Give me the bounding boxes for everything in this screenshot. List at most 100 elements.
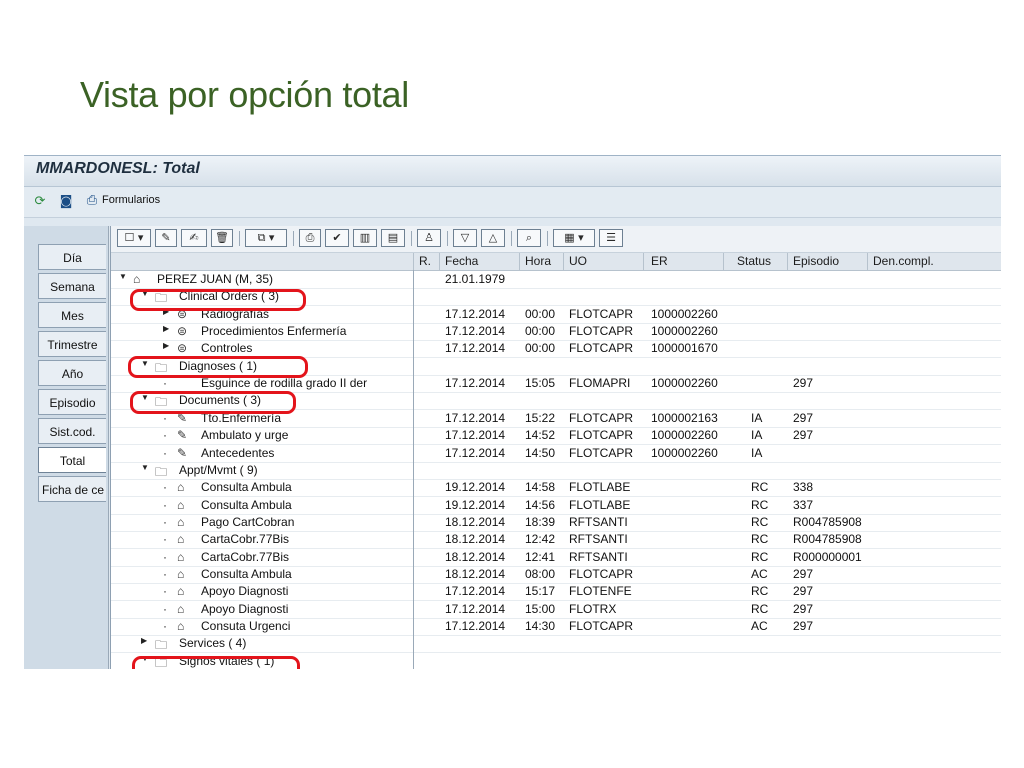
- collapse-arrow-icon[interactable]: ▼: [119, 272, 127, 281]
- patient-icon[interactable]: ♙: [417, 229, 441, 247]
- bullet-icon: ·: [163, 376, 167, 391]
- appointment-icon: ⌂: [177, 514, 185, 529]
- create-dropdown-button[interactable]: ☐ ▾: [117, 229, 151, 247]
- cell-hora: 00:00: [525, 324, 556, 339]
- cell-hora: 00:00: [525, 341, 556, 356]
- row-name: Pago CartCobran: [201, 514, 295, 529]
- tree-folder-row[interactable]: ▶ 🗀 Services ( 4): [111, 635, 1001, 654]
- table-row[interactable]: · ⌂ Consulta Ambula 19.12.2014 14:56 FLOTLABE…: [111, 497, 1001, 515]
- bullet-icon: ·: [163, 480, 167, 495]
- table-row[interactable]: · ✎ Ambulato y urge 17.12.2014 14:52 FLOTCAPR…: [111, 427, 1001, 446]
- tab-total[interactable]: Total: [38, 447, 106, 473]
- cell-uo: FLOTLABE: [569, 497, 631, 512]
- tab-mes[interactable]: Mes: [38, 302, 106, 328]
- cell-fecha: 17.12.2014: [445, 619, 506, 633]
- table-row[interactable]: ▶ ⊜ Procedimientos Enfermería 17.12.2014 00:…: [111, 323, 1001, 342]
- cell-status: IA: [751, 410, 763, 425]
- table-row[interactable]: · ⌂ Consulta Ambula 18.12.2014 08:00 FLOTCAPR…: [111, 566, 1001, 584]
- expand-arrow-icon[interactable]: ▶: [163, 341, 169, 350]
- print-icon[interactable]: ⎙: [84, 193, 100, 209]
- table-row[interactable]: · ⌂ Apoyo Diagnosti 17.12.2014 15:17 FLOTENFE…: [111, 583, 1001, 602]
- cell-fecha: 18.12.2014: [445, 566, 506, 581]
- navigate-icon[interactable]: ◙: [58, 194, 74, 210]
- table-row[interactable]: · ⌂ Consulta Ambula 19.12.2014 14:58 FLOTLABE…: [111, 479, 1001, 498]
- tree-folder-row[interactable]: ▼ 🗀 Appt/Mvmt ( 9): [111, 462, 1001, 480]
- edit-icon[interactable]: ✎: [155, 229, 177, 247]
- cell-fecha: 19.12.2014: [445, 497, 506, 512]
- tab-sist-cod[interactable]: Sist.cod.: [38, 418, 106, 444]
- tab-ano[interactable]: Año: [38, 360, 106, 386]
- collapse-all-icon[interactable]: △: [481, 229, 505, 247]
- row-name: Consulta Ambula: [201, 497, 292, 512]
- tab-dia[interactable]: Día: [38, 244, 106, 270]
- cell-uo: RFTSANTI: [569, 549, 628, 564]
- cell-fecha: 21.01.1979: [445, 272, 506, 286]
- cell-status: RC: [751, 480, 769, 495]
- table-row[interactable]: · ⌂ Consuta Urgenci 17.12.2014 14:30 FLOTCAPR…: [111, 618, 1001, 636]
- table-row[interactable]: · ⌂ Pago CartCobran 18.12.2014 18:39 RFTSANTI…: [111, 514, 1001, 532]
- cell-status: IA: [751, 445, 763, 460]
- cell-hora: 14:56: [525, 497, 556, 512]
- order-icon: ⊜: [177, 324, 188, 339]
- col-episodio[interactable]: Episodio: [793, 254, 839, 268]
- cell-fecha: 17.12.2014: [445, 376, 506, 391]
- refresh-icon[interactable]: ⟳: [32, 194, 48, 210]
- check-icon[interactable]: ✔: [325, 229, 349, 247]
- table-row[interactable]: · ⌂ CartaCobr.77Bis 18.12.2014 12:42 RFTSANTI…: [111, 531, 1001, 550]
- application-toolbar: ⟳ ◙ ⎙ Formularios: [24, 187, 1001, 218]
- cell-fecha: 18.12.2014: [445, 514, 506, 529]
- col-uo[interactable]: UO: [569, 254, 587, 268]
- cell-fecha: 17.12.2014: [445, 445, 506, 460]
- col-fecha[interactable]: Fecha: [445, 254, 478, 268]
- row-name: Controles: [201, 341, 253, 356]
- row-name: Antecedentes: [201, 445, 275, 460]
- chart-icon[interactable]: ▤: [381, 229, 405, 247]
- table-row[interactable]: · ⌂ CartaCobr.77Bis 18.12.2014 12:41 RFTSANTI…: [111, 549, 1001, 567]
- cell-hora: 08:00: [525, 566, 556, 581]
- expand-arrow-icon[interactable]: ▶: [141, 636, 147, 645]
- tab-ficha[interactable]: Ficha de ce: [38, 476, 106, 502]
- tree-folder-row[interactable]: ▼ ⌂ PEREZ JUAN (M, 35) 21.01.1979: [111, 271, 1001, 289]
- cell-status: IA: [751, 428, 763, 443]
- table-row[interactable]: · ⌂ Apoyo Diagnosti 17.12.2014 15:00 FLOTRX RC…: [111, 601, 1001, 619]
- cell-hora: 15:17: [525, 584, 556, 599]
- tab-episodio[interactable]: Episodio: [38, 389, 106, 415]
- formularios-button[interactable]: Formularios: [102, 194, 160, 206]
- layout-dropdown-button[interactable]: ▦ ▾: [553, 229, 595, 247]
- cell-status: AC: [751, 566, 768, 581]
- cell-episodio: R004785908: [793, 532, 862, 547]
- col-r[interactable]: R.: [419, 254, 431, 268]
- settings-icon[interactable]: ☰: [599, 229, 623, 247]
- collapse-arrow-icon[interactable]: ▼: [141, 463, 149, 472]
- table-row[interactable]: · ✎ Antecedentes 17.12.2014 14:50 FLOTCAPR 100…: [111, 445, 1001, 463]
- cell-episodio: 297: [793, 428, 814, 443]
- row-name: Services ( 4): [179, 636, 247, 651]
- row-name: CartaCobr.77Bis: [201, 532, 290, 547]
- tab-trimestre[interactable]: Trimestre: [38, 331, 106, 357]
- find-icon[interactable]: ⌕: [517, 229, 541, 247]
- bullet-icon: ·: [163, 601, 167, 616]
- cell-episodio: 297: [793, 410, 814, 425]
- window-title: MMARDONESL: Total: [36, 160, 200, 177]
- print-list-icon[interactable]: ⎙: [299, 229, 321, 247]
- col-status[interactable]: Status: [737, 254, 771, 268]
- expand-arrow-icon[interactable]: ▶: [163, 324, 169, 333]
- col-hora[interactable]: Hora: [525, 254, 551, 268]
- copy-dropdown-button[interactable]: ⧉ ▾: [245, 229, 287, 247]
- col-er[interactable]: ER: [651, 254, 668, 268]
- expand-all-icon[interactable]: ▽: [453, 229, 477, 247]
- cell-fecha: 18.12.2014: [445, 549, 506, 564]
- cell-fecha: 19.12.2014: [445, 480, 506, 495]
- sap-window: MMARDONESL: Total ⟳ ◙ ⎙ Formularios Día …: [24, 155, 1001, 669]
- cell-uo: RFTSANTI: [569, 514, 628, 529]
- columns-icon[interactable]: ▥: [353, 229, 377, 247]
- sign-icon[interactable]: ✍: [181, 229, 207, 247]
- delete-icon[interactable]: 🗑: [211, 229, 233, 247]
- cell-er: 1000002260: [651, 306, 718, 321]
- cell-hora: 00:00: [525, 306, 556, 321]
- cell-fecha: 17.12.2014: [445, 341, 506, 356]
- col-den-compl[interactable]: Den.compl.: [873, 254, 934, 268]
- row-name: Consuta Urgenci: [201, 619, 291, 633]
- tab-semana[interactable]: Semana: [38, 273, 106, 299]
- view-tabs-panel: Día Semana Mes Trimestre Año Episodio Si…: [24, 226, 109, 669]
